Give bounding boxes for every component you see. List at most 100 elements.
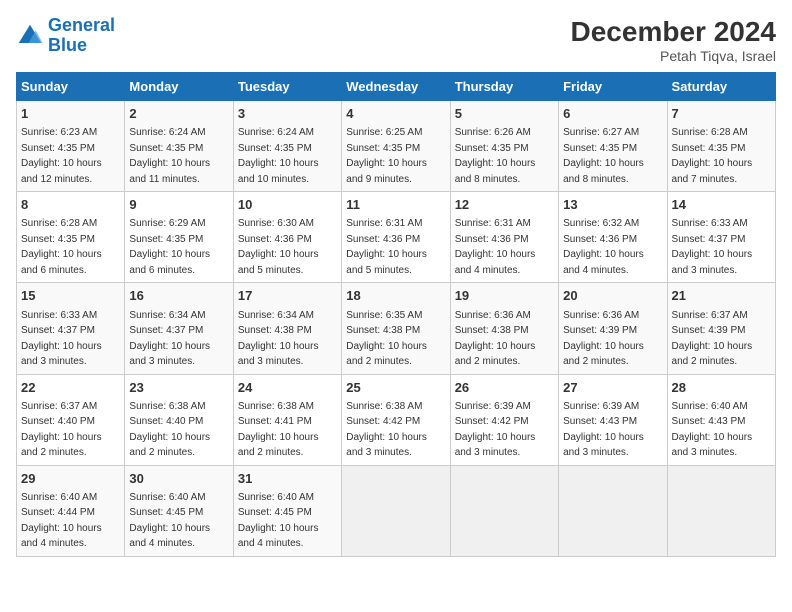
day-number: 31 [238, 470, 337, 488]
table-row: 28 Sunrise: 6:40 AMSunset: 4:43 PMDaylig… [667, 374, 775, 465]
day-info: Sunrise: 6:37 AMSunset: 4:40 PMDaylight:… [21, 401, 102, 459]
logo-icon [16, 22, 44, 50]
table-row [667, 465, 775, 556]
day-number: 15 [21, 287, 120, 305]
day-info: Sunrise: 6:36 AMSunset: 4:39 PMDaylight:… [563, 310, 644, 368]
col-thursday: Thursday [450, 73, 558, 101]
col-saturday: Saturday [667, 73, 775, 101]
col-sunday: Sunday [17, 73, 125, 101]
logo-blue: Blue [48, 35, 87, 55]
table-row: 7 Sunrise: 6:28 AMSunset: 4:35 PMDayligh… [667, 101, 775, 192]
day-number: 17 [238, 287, 337, 305]
logo-text: General Blue [48, 16, 115, 56]
calendar-row: 1 Sunrise: 6:23 AMSunset: 4:35 PMDayligh… [17, 101, 776, 192]
day-info: Sunrise: 6:40 AMSunset: 4:43 PMDaylight:… [672, 401, 753, 459]
day-number: 11 [346, 196, 445, 214]
day-info: Sunrise: 6:37 AMSunset: 4:39 PMDaylight:… [672, 310, 753, 368]
table-row [450, 465, 558, 556]
day-number: 8 [21, 196, 120, 214]
day-info: Sunrise: 6:39 AMSunset: 4:42 PMDaylight:… [455, 401, 536, 459]
day-info: Sunrise: 6:35 AMSunset: 4:38 PMDaylight:… [346, 310, 427, 368]
day-info: Sunrise: 6:40 AMSunset: 4:44 PMDaylight:… [21, 492, 102, 550]
table-row: 4 Sunrise: 6:25 AMSunset: 4:35 PMDayligh… [342, 101, 450, 192]
table-row: 20 Sunrise: 6:36 AMSunset: 4:39 PMDaylig… [559, 283, 667, 374]
day-info: Sunrise: 6:25 AMSunset: 4:35 PMDaylight:… [346, 127, 427, 185]
day-number: 19 [455, 287, 554, 305]
table-row: 5 Sunrise: 6:26 AMSunset: 4:35 PMDayligh… [450, 101, 558, 192]
day-number: 5 [455, 105, 554, 123]
day-info: Sunrise: 6:30 AMSunset: 4:36 PMDaylight:… [238, 218, 319, 276]
day-number: 26 [455, 379, 554, 397]
table-row: 26 Sunrise: 6:39 AMSunset: 4:42 PMDaylig… [450, 374, 558, 465]
location: Petah Tiqva, Israel [571, 48, 776, 64]
table-row: 14 Sunrise: 6:33 AMSunset: 4:37 PMDaylig… [667, 192, 775, 283]
day-info: Sunrise: 6:33 AMSunset: 4:37 PMDaylight:… [672, 218, 753, 276]
table-row: 16 Sunrise: 6:34 AMSunset: 4:37 PMDaylig… [125, 283, 233, 374]
day-info: Sunrise: 6:40 AMSunset: 4:45 PMDaylight:… [238, 492, 319, 550]
table-row: 10 Sunrise: 6:30 AMSunset: 4:36 PMDaylig… [233, 192, 341, 283]
table-row: 30 Sunrise: 6:40 AMSunset: 4:45 PMDaylig… [125, 465, 233, 556]
table-row: 12 Sunrise: 6:31 AMSunset: 4:36 PMDaylig… [450, 192, 558, 283]
calendar-row: 15 Sunrise: 6:33 AMSunset: 4:37 PMDaylig… [17, 283, 776, 374]
day-info: Sunrise: 6:31 AMSunset: 4:36 PMDaylight:… [455, 218, 536, 276]
day-number: 21 [672, 287, 771, 305]
day-info: Sunrise: 6:40 AMSunset: 4:45 PMDaylight:… [129, 492, 210, 550]
table-row: 27 Sunrise: 6:39 AMSunset: 4:43 PMDaylig… [559, 374, 667, 465]
day-number: 10 [238, 196, 337, 214]
day-number: 27 [563, 379, 662, 397]
day-number: 13 [563, 196, 662, 214]
day-number: 2 [129, 105, 228, 123]
col-friday: Friday [559, 73, 667, 101]
day-number: 18 [346, 287, 445, 305]
col-monday: Monday [125, 73, 233, 101]
day-info: Sunrise: 6:34 AMSunset: 4:37 PMDaylight:… [129, 310, 210, 368]
day-info: Sunrise: 6:24 AMSunset: 4:35 PMDaylight:… [129, 127, 210, 185]
day-number: 30 [129, 470, 228, 488]
table-row: 9 Sunrise: 6:29 AMSunset: 4:35 PMDayligh… [125, 192, 233, 283]
table-row: 6 Sunrise: 6:27 AMSunset: 4:35 PMDayligh… [559, 101, 667, 192]
day-info: Sunrise: 6:34 AMSunset: 4:38 PMDaylight:… [238, 310, 319, 368]
table-row: 24 Sunrise: 6:38 AMSunset: 4:41 PMDaylig… [233, 374, 341, 465]
page-header: General Blue December 2024 Petah Tiqva, … [16, 16, 776, 64]
day-info: Sunrise: 6:39 AMSunset: 4:43 PMDaylight:… [563, 401, 644, 459]
table-row: 1 Sunrise: 6:23 AMSunset: 4:35 PMDayligh… [17, 101, 125, 192]
col-tuesday: Tuesday [233, 73, 341, 101]
day-number: 1 [21, 105, 120, 123]
day-number: 3 [238, 105, 337, 123]
table-row: 18 Sunrise: 6:35 AMSunset: 4:38 PMDaylig… [342, 283, 450, 374]
calendar-row: 29 Sunrise: 6:40 AMSunset: 4:44 PMDaylig… [17, 465, 776, 556]
title-block: December 2024 Petah Tiqva, Israel [571, 16, 776, 64]
day-number: 9 [129, 196, 228, 214]
day-info: Sunrise: 6:28 AMSunset: 4:35 PMDaylight:… [21, 218, 102, 276]
day-number: 4 [346, 105, 445, 123]
header-row: Sunday Monday Tuesday Wednesday Thursday… [17, 73, 776, 101]
day-number: 23 [129, 379, 228, 397]
logo-general: General [48, 15, 115, 35]
table-row: 31 Sunrise: 6:40 AMSunset: 4:45 PMDaylig… [233, 465, 341, 556]
day-number: 20 [563, 287, 662, 305]
month-title: December 2024 [571, 16, 776, 48]
table-row: 23 Sunrise: 6:38 AMSunset: 4:40 PMDaylig… [125, 374, 233, 465]
day-number: 16 [129, 287, 228, 305]
day-number: 29 [21, 470, 120, 488]
table-row: 3 Sunrise: 6:24 AMSunset: 4:35 PMDayligh… [233, 101, 341, 192]
day-info: Sunrise: 6:24 AMSunset: 4:35 PMDaylight:… [238, 127, 319, 185]
col-wednesday: Wednesday [342, 73, 450, 101]
day-info: Sunrise: 6:29 AMSunset: 4:35 PMDaylight:… [129, 218, 210, 276]
day-number: 14 [672, 196, 771, 214]
day-number: 6 [563, 105, 662, 123]
calendar-table: Sunday Monday Tuesday Wednesday Thursday… [16, 72, 776, 557]
table-row: 11 Sunrise: 6:31 AMSunset: 4:36 PMDaylig… [342, 192, 450, 283]
day-info: Sunrise: 6:31 AMSunset: 4:36 PMDaylight:… [346, 218, 427, 276]
day-info: Sunrise: 6:26 AMSunset: 4:35 PMDaylight:… [455, 127, 536, 185]
table-row: 15 Sunrise: 6:33 AMSunset: 4:37 PMDaylig… [17, 283, 125, 374]
table-row: 19 Sunrise: 6:36 AMSunset: 4:38 PMDaylig… [450, 283, 558, 374]
day-info: Sunrise: 6:28 AMSunset: 4:35 PMDaylight:… [672, 127, 753, 185]
day-number: 24 [238, 379, 337, 397]
table-row: 2 Sunrise: 6:24 AMSunset: 4:35 PMDayligh… [125, 101, 233, 192]
day-info: Sunrise: 6:38 AMSunset: 4:40 PMDaylight:… [129, 401, 210, 459]
table-row: 8 Sunrise: 6:28 AMSunset: 4:35 PMDayligh… [17, 192, 125, 283]
day-info: Sunrise: 6:27 AMSunset: 4:35 PMDaylight:… [563, 127, 644, 185]
table-row: 29 Sunrise: 6:40 AMSunset: 4:44 PMDaylig… [17, 465, 125, 556]
day-number: 28 [672, 379, 771, 397]
